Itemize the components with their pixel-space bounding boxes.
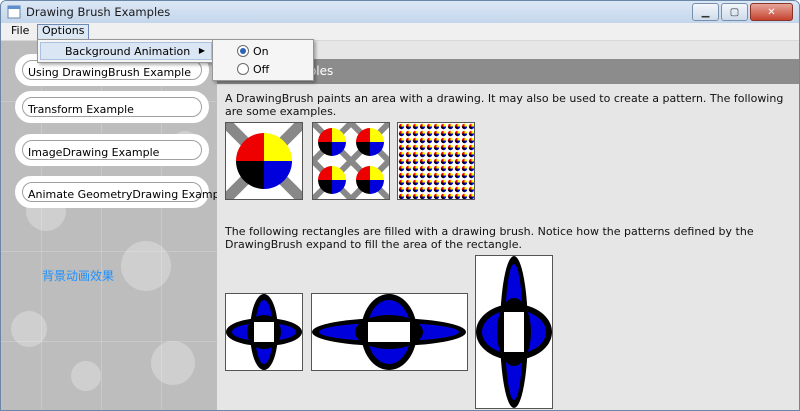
close-icon: ✕ bbox=[767, 6, 776, 18]
menu-item-label: Background Animation bbox=[65, 45, 191, 58]
sidebar: Using DrawingBrush Example Transform Exa… bbox=[1, 41, 217, 410]
submenu-arrow-icon: ▶ bbox=[198, 46, 205, 55]
client-area: Using DrawingBrush Example Transform Exa… bbox=[1, 41, 799, 410]
submenu-item-off[interactable]: Off bbox=[237, 61, 269, 77]
app-window: Drawing Brush Examples ▁ ▢ ✕ File Option… bbox=[0, 0, 800, 411]
nav-button-label: Transform Example bbox=[28, 103, 134, 116]
maximize-button[interactable]: ▢ bbox=[721, 3, 748, 21]
nav-button-animate-geometrydrawing[interactable]: Animate GeometryDrawing Example bbox=[15, 176, 217, 208]
minimize-icon: ▁ bbox=[701, 6, 710, 18]
window-title: Drawing Brush Examples bbox=[26, 5, 171, 19]
drawingbrush-example-single bbox=[225, 122, 303, 200]
nav-button-imagedrawing[interactable]: ImageDrawing Example bbox=[15, 134, 209, 166]
background-bubble bbox=[11, 311, 47, 347]
nav-button-label: ImageDrawing Example bbox=[28, 146, 160, 159]
background-grid-line bbox=[1, 251, 217, 252]
submenu-item-on[interactable]: On bbox=[237, 43, 269, 59]
options-dropdown-menu: Background Animation ▶ bbox=[37, 39, 215, 63]
brush-filled-wide-rectangle bbox=[311, 293, 468, 371]
radio-selected-icon bbox=[237, 45, 249, 57]
drawingbrush-example-pattern bbox=[397, 122, 475, 200]
nav-button-label: Using DrawingBrush Example bbox=[28, 66, 191, 79]
background-effect-label: 背景动画效果 bbox=[42, 269, 115, 283]
close-button[interactable]: ✕ bbox=[750, 3, 793, 21]
rectangles-paragraph: The following rectangles are filled with… bbox=[225, 225, 754, 251]
radio-unselected-icon bbox=[237, 63, 249, 75]
background-animation-submenu: On Off bbox=[212, 39, 314, 81]
content-panel: mples A DrawingBrush paints an area with… bbox=[217, 41, 799, 410]
background-bubble bbox=[151, 341, 195, 385]
maximize-icon: ▢ bbox=[729, 6, 740, 18]
intro-paragraph: A DrawingBrush paints an area with a dra… bbox=[225, 92, 784, 118]
app-icon bbox=[7, 5, 21, 19]
menu-file[interactable]: File bbox=[7, 24, 33, 38]
drawingbrush-example-tiled bbox=[312, 122, 390, 200]
background-bubble bbox=[121, 241, 171, 291]
menu-item-background-animation[interactable]: Background Animation ▶ bbox=[40, 42, 212, 60]
nav-button-label: Animate GeometryDrawing Example bbox=[28, 188, 217, 201]
minimize-button[interactable]: ▁ bbox=[692, 3, 719, 21]
submenu-item-label: On bbox=[253, 44, 269, 58]
title-bar[interactable]: Drawing Brush Examples ▁ ▢ ✕ bbox=[1, 1, 799, 23]
brush-filled-tall-rectangle bbox=[475, 255, 553, 409]
background-bubble bbox=[71, 361, 101, 391]
brush-filled-square bbox=[225, 293, 303, 371]
submenu-item-label: Off bbox=[253, 62, 270, 76]
menu-options[interactable]: Options bbox=[37, 24, 90, 40]
nav-button-transform[interactable]: Transform Example bbox=[15, 91, 209, 123]
